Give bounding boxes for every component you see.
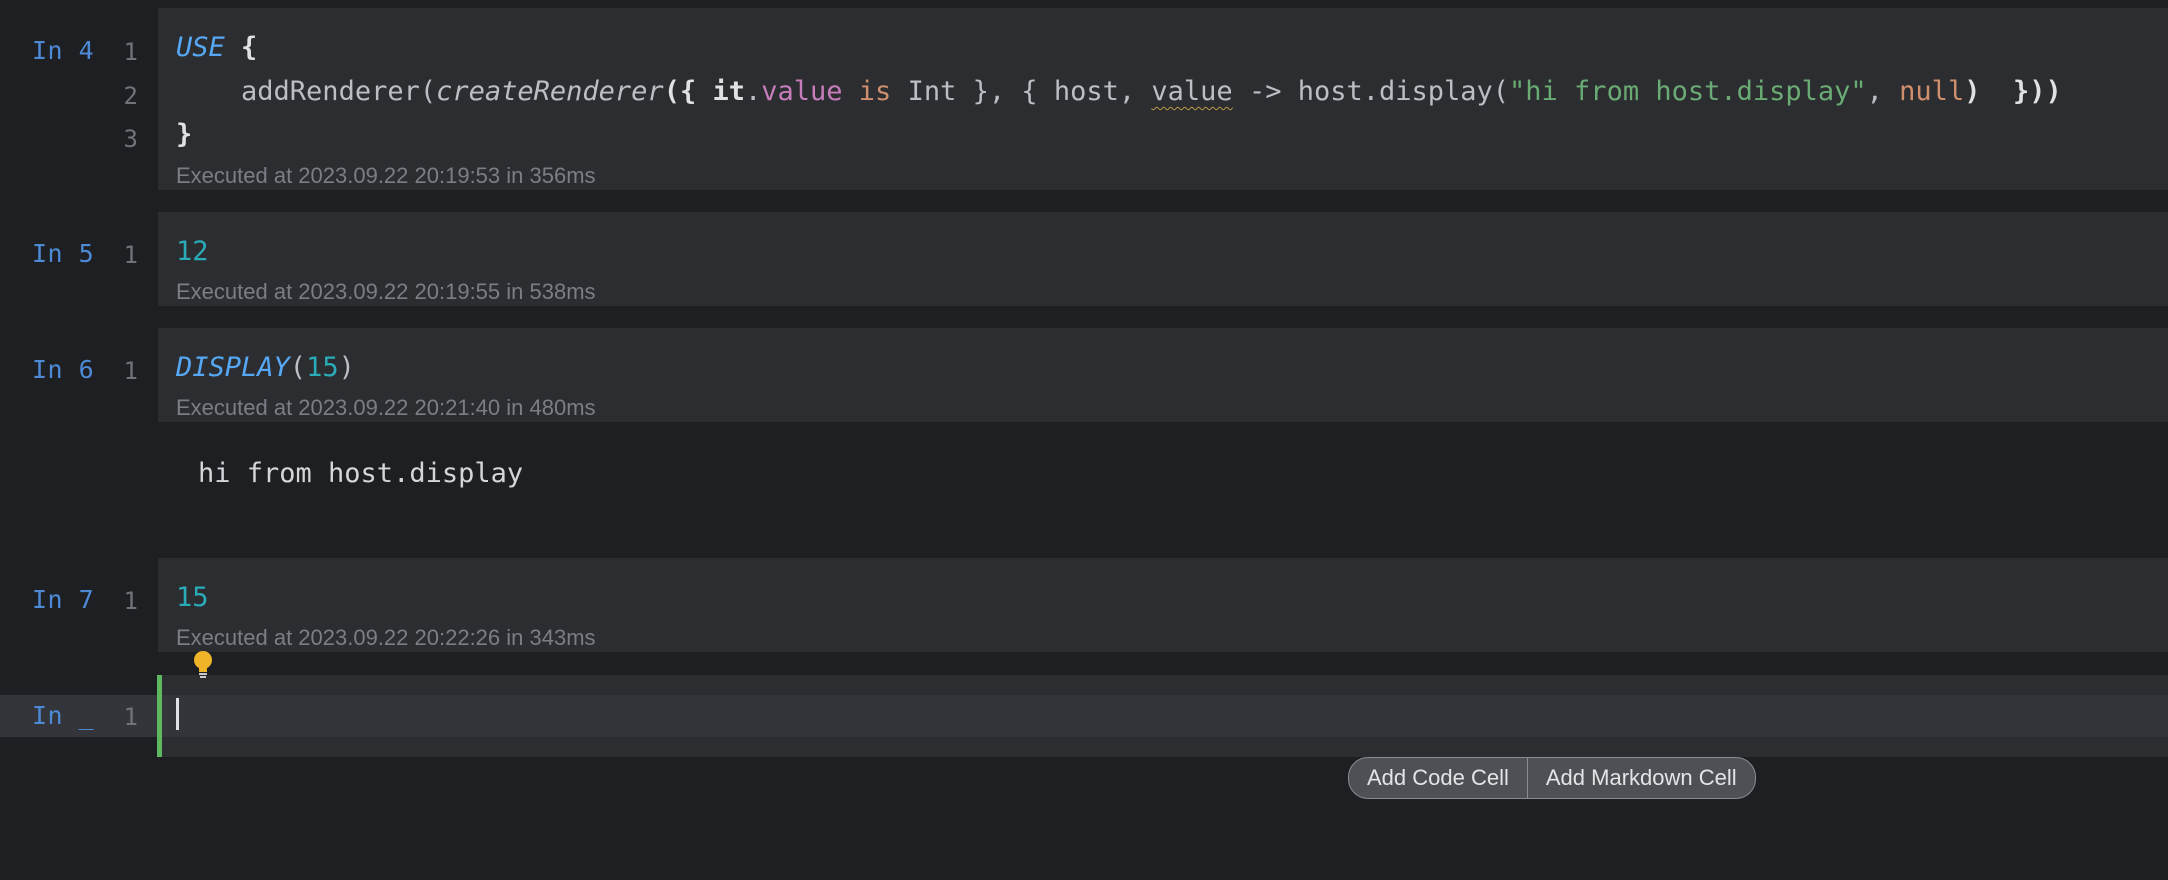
add-cell-button-group: Add Code Cell Add Markdown Cell (1348, 757, 1756, 799)
line-number: 1 (123, 357, 138, 385)
line-number: 1 (123, 703, 138, 731)
code-line[interactable]: 12 (176, 236, 209, 267)
line-number: 3 (123, 125, 138, 153)
code-line[interactable]: 15 (176, 582, 209, 613)
text-caret[interactable] (176, 698, 179, 730)
code-line[interactable]: } (176, 119, 192, 150)
line-number: 1 (123, 38, 138, 66)
code-line[interactable]: DISPLAY(15) (176, 352, 355, 383)
current-line-highlight (0, 695, 2168, 737)
line-number: 1 (123, 587, 138, 615)
cell-output: hi from host.display (198, 458, 524, 489)
line-number: 2 (123, 82, 138, 110)
lightbulb-icon[interactable] (192, 650, 214, 680)
code-line[interactable]: addRenderer(createRenderer({ it.value is… (176, 76, 2062, 107)
code-line[interactable]: USE { (176, 32, 257, 63)
execution-info: Executed at 2023.09.22 20:19:55 in 538ms (176, 279, 596, 304)
cell-label: In 7 (32, 585, 95, 614)
cell-label: In 6 (32, 355, 95, 384)
execution-info: Executed at 2023.09.22 20:22:26 in 343ms (176, 625, 596, 650)
cell-label: In 4 (32, 36, 95, 65)
add-code-cell-button[interactable]: Add Code Cell (1349, 758, 1527, 798)
line-number: 1 (123, 241, 138, 269)
execution-info: Executed at 2023.09.22 20:19:53 in 356ms (176, 163, 596, 188)
active-cell-indicator (157, 675, 162, 757)
cell-label: In 5 (32, 239, 95, 268)
cell-label: In _ (32, 701, 95, 730)
add-markdown-cell-button[interactable]: Add Markdown Cell (1526, 758, 1755, 798)
execution-info: Executed at 2023.09.22 20:21:40 in 480ms (176, 395, 596, 420)
